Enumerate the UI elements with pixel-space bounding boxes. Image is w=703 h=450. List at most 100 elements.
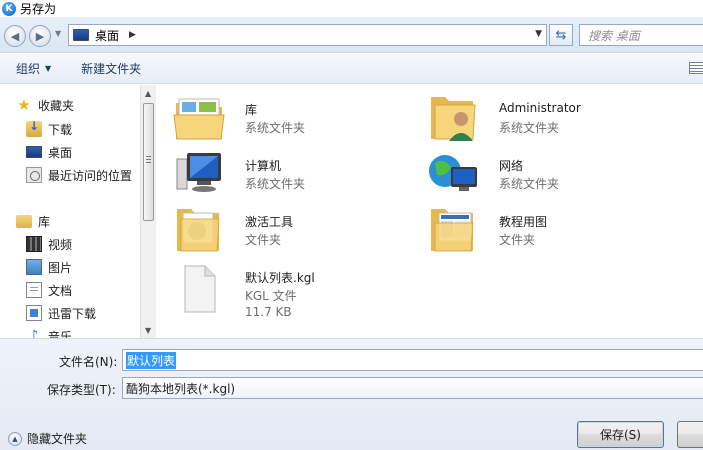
nav-item-music[interactable]: ♪ 音乐 <box>26 325 72 338</box>
nav-item-recent-places[interactable]: 最近访问的位置 <box>26 164 132 186</box>
file-type: 系统文件夹 <box>245 121 306 135</box>
file-type: KGL 文件 <box>245 289 297 303</box>
recent-places-icon <box>26 167 42 183</box>
chevron-up-icon: ▲ <box>8 431 22 446</box>
window-title: 另存为 <box>20 2 57 16</box>
save-button[interactable]: 保存(S) <box>577 421 664 448</box>
nav-libraries-label: 库 <box>38 214 51 229</box>
toolbar: 组织 ▼ 新建文件夹 <box>0 54 703 84</box>
nav-item-label: 音乐 <box>48 329 73 339</box>
nav-scrollbar[interactable]: ▲ ▼ <box>140 85 156 338</box>
recent-locations-dropdown[interactable]: ▼ <box>55 29 61 38</box>
nav-favorites[interactable]: ★ 收藏夹 <box>16 94 74 116</box>
desktop-icon <box>26 146 42 158</box>
computer-icon <box>176 153 221 192</box>
library-icon <box>16 214 32 228</box>
filetype-value: 酷狗本地列表(*.kgl) <box>126 381 236 396</box>
address-dropdown-icon[interactable]: ▼ <box>535 29 542 39</box>
chevron-down-icon: ▼ <box>45 64 52 73</box>
refresh-button[interactable]: ⇆ <box>549 24 573 46</box>
hide-folders-toggle[interactable]: ▲ 隐藏文件夹 <box>8 430 87 447</box>
new-folder-button[interactable]: 新建文件夹 <box>73 60 149 77</box>
documents-icon <box>26 282 42 298</box>
folder-icon <box>431 209 474 252</box>
filetype-label: 保存类型(T): <box>47 383 116 397</box>
search-input[interactable]: 搜索 桌面 <box>579 24 703 46</box>
filename-input[interactable]: 默认列表 <box>122 349 703 371</box>
file-type: 文件夹 <box>245 233 282 247</box>
address-location[interactable]: 桌面 <box>95 27 119 44</box>
nav-item-label: 迅雷下载 <box>48 306 97 321</box>
file-size: 11.7 KB <box>245 305 292 319</box>
video-icon <box>26 236 42 252</box>
breadcrumb-chevron-icon[interactable]: ▶ <box>129 30 136 40</box>
desktop-icon <box>73 29 89 41</box>
scroll-thumb[interactable] <box>143 103 154 221</box>
address-bar-row: ◀ ▶ ▼ 桌面 ▶ ▼ ⇆ 搜索 桌面 <box>0 17 703 53</box>
scroll-up-icon[interactable]: ▲ <box>145 89 151 98</box>
file-type: 系统文件夹 <box>499 121 560 135</box>
file-item-activation-tools[interactable]: 激活工具 文件夹 <box>173 205 413 255</box>
file-type: 系统文件夹 <box>245 177 306 191</box>
forward-arrow-icon: ▶ <box>35 29 45 43</box>
file-name: 默认列表.kgl <box>245 271 315 285</box>
nav-item-label: 文档 <box>48 283 73 298</box>
file-name: 计算机 <box>245 159 282 173</box>
nav-item-videos[interactable]: 视频 <box>26 233 72 255</box>
cancel-button[interactable] <box>677 421 703 448</box>
file-item-tutorial-images[interactable]: 教程用图 文件夹 <box>427 205 667 255</box>
folder-icon <box>177 209 220 252</box>
scroll-down-icon[interactable]: ▼ <box>145 326 151 335</box>
file-name: 激活工具 <box>245 215 294 229</box>
organize-label: 组织 <box>16 62 41 76</box>
nav-libraries[interactable]: 库 <box>16 210 50 232</box>
file-list: 库 系统文件夹 Administrator 系统文件夹 计算机 系统文件夹 网络… <box>157 85 703 338</box>
nav-item-downloads[interactable]: 下载 <box>26 118 72 140</box>
user-folder-icon <box>431 97 476 141</box>
nav-item-documents[interactable]: 文档 <box>26 279 72 301</box>
thunder-download-icon <box>26 305 42 321</box>
library-folder-icon <box>173 98 225 140</box>
filename-value[interactable]: 默认列表 <box>126 351 177 369</box>
nav-item-label: 视频 <box>48 237 73 252</box>
file-item-computer[interactable]: 计算机 系统文件夹 <box>173 149 413 199</box>
pictures-icon <box>26 259 42 275</box>
navigation-pane: ★ 收藏夹 下载 桌面 最近访问的位置 库 视频 图片 文档 迅雷下载 ♪ 音乐 <box>0 85 140 338</box>
nav-item-pictures[interactable]: 图片 <box>26 256 72 278</box>
view-options-icon[interactable] <box>689 62 703 74</box>
filename-label: 文件名(N): <box>59 355 118 369</box>
filetype-select[interactable]: 酷狗本地列表(*.kgl) <box>122 377 703 399</box>
grip-icon <box>146 156 151 163</box>
hide-folders-label: 隐藏文件夹 <box>27 432 88 446</box>
nav-item-label: 图片 <box>48 260 73 275</box>
file-type: 文件夹 <box>499 233 536 247</box>
file-icon <box>184 265 216 313</box>
file-type: 系统文件夹 <box>499 177 560 191</box>
forward-button[interactable]: ▶ <box>29 25 51 47</box>
star-icon: ★ <box>17 96 31 114</box>
file-item-libraries[interactable]: 库 系统文件夹 <box>173 93 413 143</box>
nav-item-desktop[interactable]: 桌面 <box>26 141 72 163</box>
nav-item-label: 最近访问的位置 <box>48 168 133 183</box>
nav-item-thunder-downloads[interactable]: 迅雷下载 <box>26 302 96 324</box>
address-box[interactable]: 桌面 ▶ ▼ <box>68 24 547 46</box>
download-icon <box>26 119 42 137</box>
music-icon: ♪ <box>29 328 39 338</box>
network-icon <box>429 155 477 191</box>
file-item-default-list[interactable]: 默认列表.kgl KGL 文件 11.7 KB <box>173 261 413 327</box>
file-item-administrator[interactable]: Administrator 系统文件夹 <box>427 93 667 143</box>
nav-item-label: 桌面 <box>48 145 73 160</box>
back-button[interactable]: ◀ <box>4 25 26 47</box>
refresh-icon: ⇆ <box>555 27 567 43</box>
nav-item-label: 下载 <box>48 122 73 137</box>
file-item-network[interactable]: 网络 系统文件夹 <box>427 149 667 199</box>
file-name: 教程用图 <box>499 215 548 229</box>
title-bar: K 另存为 <box>0 0 703 17</box>
save-options-pane: 文件名(N): 默认列表 保存类型(T): 酷狗本地列表(*.kgl) ▲ 隐藏… <box>0 338 703 450</box>
nav-favorites-label: 收藏夹 <box>38 98 75 113</box>
back-arrow-icon: ◀ <box>10 29 20 43</box>
organize-button[interactable]: 组织 ▼ <box>8 60 59 77</box>
file-name: 库 <box>245 103 258 117</box>
file-name: 网络 <box>499 159 524 173</box>
kugou-app-icon: K <box>2 1 16 16</box>
